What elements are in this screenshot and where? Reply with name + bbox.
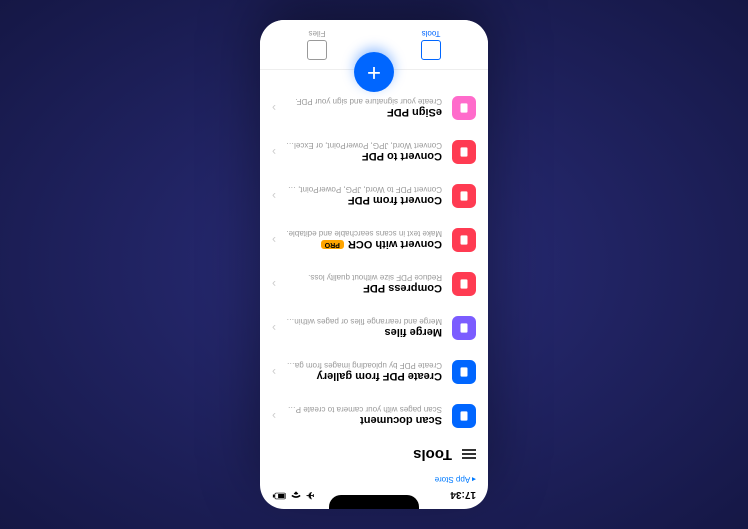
tool-text: Scan document Scan pages with your camer… <box>286 406 442 427</box>
tool-text: Compress PDF Reduce PDF size without qua… <box>286 274 442 295</box>
tool-label: Convert with OCRPRO <box>286 239 442 251</box>
notch <box>329 495 419 509</box>
tool-label: Convert from PDF <box>286 195 442 207</box>
tool-subtitle: Scan pages with your camera to create PD… <box>286 406 442 415</box>
page-title: Tools <box>413 446 452 463</box>
tool-item-2[interactable]: Merge files Merge and rearrange files or… <box>260 306 488 350</box>
tool-subtitle: Convert PDF to Word, JPG, PowerPoint, or… <box>286 186 442 195</box>
chevron-right-icon: › <box>272 409 276 423</box>
tool-icon <box>452 316 476 340</box>
files-icon <box>307 40 327 60</box>
tool-text: Merge files Merge and rearrange files or… <box>286 318 442 339</box>
tool-subtitle: Make text in scans searchable and editab… <box>286 230 442 239</box>
tool-item-5[interactable]: Convert from PDF Convert PDF to Word, JP… <box>260 174 488 218</box>
tab-files-label: Files <box>309 29 326 38</box>
tool-text: eSign PDF Create your signature and sign… <box>286 98 442 119</box>
menu-icon[interactable] <box>462 450 476 460</box>
tool-item-7[interactable]: eSign PDF Create your signature and sign… <box>260 86 488 130</box>
tool-icon <box>452 228 476 252</box>
tool-label: Convert to PDF <box>286 151 442 163</box>
tool-label: Scan document <box>286 415 442 427</box>
pro-badge: PRO <box>321 240 344 249</box>
tools-list[interactable]: Scan document Scan pages with your camer… <box>260 78 488 438</box>
phone-frame: 17:34 ✈ ◂ App Store Tools Scan document … <box>260 20 488 509</box>
tool-icon <box>452 404 476 428</box>
airplane-icon: ✈ <box>306 489 314 500</box>
battery-icon <box>272 486 286 503</box>
tool-item-6[interactable]: Convert to PDF Convert Word, JPG, PowerP… <box>260 130 488 174</box>
chevron-right-icon: › <box>272 189 276 203</box>
tool-icon <box>452 272 476 296</box>
tool-label: Create PDF from gallery <box>286 371 442 383</box>
tool-subtitle: Convert Word, JPG, PowerPoint, or Excel … <box>286 142 442 151</box>
tool-subtitle: Merge and rearrange files or pages withi… <box>286 318 442 327</box>
tool-item-1[interactable]: Create PDF from gallery Create PDF by up… <box>260 350 488 394</box>
tab-tools-label: Tools <box>422 29 441 38</box>
tool-label: Compress PDF <box>286 283 442 295</box>
tool-icon <box>452 140 476 164</box>
tool-item-3[interactable]: Compress PDF Reduce PDF size without qua… <box>260 262 488 306</box>
status-time: 17:34 <box>450 489 476 500</box>
header: Tools <box>260 438 488 471</box>
status-indicators: ✈ <box>272 486 314 503</box>
tool-text: Convert with OCRPRO Make text in scans s… <box>286 230 442 251</box>
add-button[interactable]: + <box>354 52 394 92</box>
tool-label: eSign PDF <box>286 107 442 119</box>
tool-text: Create PDF from gallery Create PDF by up… <box>286 362 442 383</box>
wifi-icon <box>289 486 303 503</box>
chevron-right-icon: › <box>272 233 276 247</box>
tool-item-4[interactable]: Convert with OCRPRO Make text in scans s… <box>260 218 488 262</box>
chevron-right-icon: › <box>272 365 276 379</box>
tool-subtitle: Create your signature and sign your PDF. <box>286 98 442 107</box>
chevron-right-icon: › <box>272 321 276 335</box>
tool-icon <box>452 96 476 120</box>
chevron-right-icon: › <box>272 101 276 115</box>
tool-label: Merge files <box>286 327 442 339</box>
tool-text: Convert from PDF Convert PDF to Word, JP… <box>286 186 442 207</box>
tool-subtitle: Reduce PDF size without quality loss. <box>286 274 442 283</box>
tool-icon <box>452 360 476 384</box>
tool-text: Convert to PDF Convert Word, JPG, PowerP… <box>286 142 442 163</box>
tool-icon <box>452 184 476 208</box>
chevron-right-icon: › <box>272 277 276 291</box>
tool-item-0[interactable]: Scan document Scan pages with your camer… <box>260 394 488 438</box>
chevron-right-icon: › <box>272 145 276 159</box>
tools-icon <box>421 40 441 60</box>
back-to-appstore[interactable]: ◂ App Store <box>260 471 488 484</box>
tool-subtitle: Create PDF by uploading images from gall… <box>286 362 442 371</box>
